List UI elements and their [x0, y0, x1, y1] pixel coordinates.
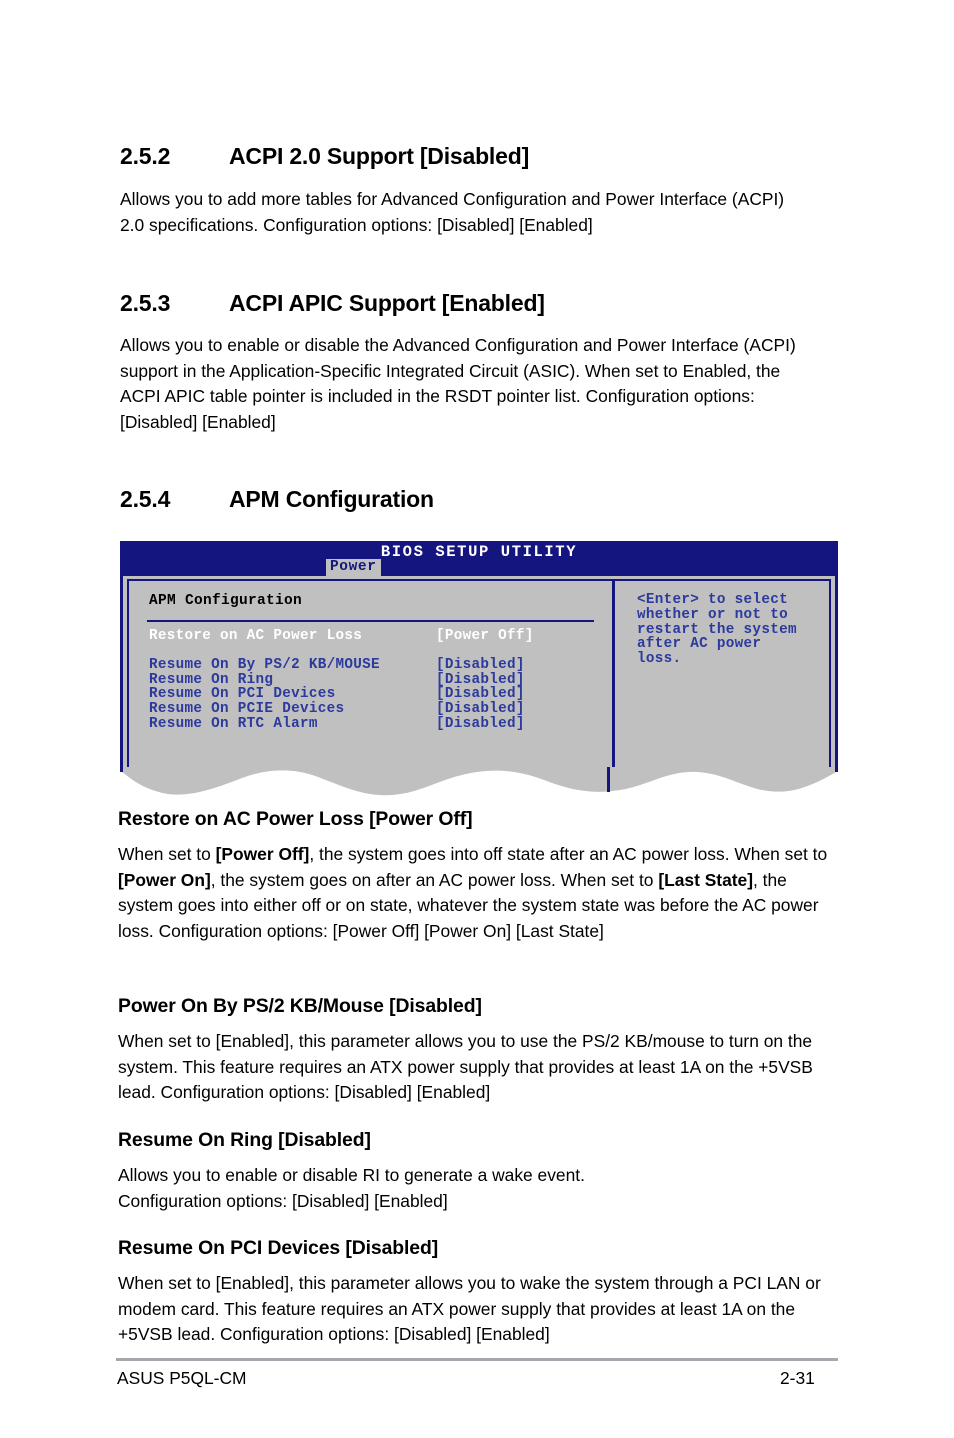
section-heading-2-5-3: 2.5.3 ACPI APIC Support [Enabled] [120, 290, 545, 317]
section-heading-2-5-4: 2.5.4 APM Configuration [120, 486, 434, 513]
footer-product-name: ASUS P5QL-CM [117, 1368, 247, 1388]
bios-row-value: [Disabled] [436, 657, 525, 674]
bios-settings-panel: APM Configuration Restore on AC Power Lo… [129, 581, 612, 769]
subheading-resume-on-pci-devices: Resume On PCI Devices [Disabled] [118, 1237, 439, 1259]
bios-row-resume-on-pcie-devices[interactable]: Resume On PCIE Devices [Disabled] [149, 700, 602, 717]
section-title: ACPI 2.0 Support [Disabled] [229, 143, 530, 169]
bios-row-label: Restore on AC Power Loss [149, 628, 363, 644]
bios-row-restore-on-ac-power-loss[interactable]: Restore on AC Power Loss [Power Off] [149, 628, 602, 644]
bios-body: APM Configuration Restore on AC Power Lo… [120, 576, 838, 769]
bios-row-resume-on-by-ps2-kb-mouse[interactable]: Resume On By PS/2 KB/MOUSE [Disabled] [149, 657, 602, 674]
body-resume-on-ring: Allows you to enable or disable RI to ge… [118, 1165, 585, 1211]
subheading-power-on-by-ps2-kb-mouse: Power On By PS/2 KB/Mouse [Disabled] [118, 995, 482, 1017]
footer-divider [116, 1358, 838, 1361]
section-title: ACPI APIC Support [Enabled] [229, 290, 545, 316]
footer-page-number: 2-31 [780, 1368, 815, 1388]
bios-help-text: <Enter> to select whether or not to rest… [637, 592, 797, 668]
bios-row-value: [Disabled] [436, 715, 525, 732]
bios-row-value: [Power Off] [436, 628, 534, 644]
document-page: 2.5.2 ACPI 2.0 Support [Disabled] Allows … [0, 0, 954, 1438]
bios-setting-list: Restore on AC Power Loss [Power Off] Res… [149, 628, 602, 732]
bios-row-value: [Disabled] [436, 671, 525, 688]
body-resume-on-pci-devices: When set to [Enabled], this parameter al… [118, 1273, 821, 1345]
bios-row-resume-on-ring[interactable]: Resume On Ring [Disabled] [149, 671, 602, 688]
section-title: APM Configuration [229, 486, 434, 512]
bios-row-resume-on-rtc-alarm[interactable]: Resume On RTC Alarm [Disabled] [149, 715, 602, 732]
bios-row-label: Resume On PCIE Devices [149, 700, 345, 717]
body-restore-on-ac-power-loss: When set to [Power Off], the system goes… [118, 844, 828, 941]
bios-row-resume-on-pci-devices[interactable]: Resume On PCI Devices [Disabled] [149, 686, 602, 703]
bios-row-label: Resume On PCI Devices [149, 686, 336, 703]
bios-row-spacer [149, 643, 602, 658]
bios-help-panel: <Enter> to select whether or not to rest… [615, 581, 829, 769]
bios-panel-rule [147, 620, 594, 622]
bios-row-label: Resume On RTC Alarm [149, 715, 318, 732]
bios-row-label: Resume On By PS/2 KB/MOUSE [149, 657, 380, 674]
torn-edge-graphic [120, 767, 838, 796]
section-body-2-5-3: Allows you to enable or disable the Adva… [120, 335, 796, 432]
section-heading-2-5-2: 2.5.2 ACPI 2.0 Support [Disabled] [120, 143, 529, 170]
bios-setup-screenshot: BIOS SETUP UTILITY Power APM Configurati… [120, 541, 838, 796]
bios-row-value: [Disabled] [436, 700, 525, 717]
bios-panel-title: APM Configuration [149, 593, 303, 609]
bios-tab-power[interactable]: Power [326, 559, 381, 576]
subheading-resume-on-ring: Resume On Ring [Disabled] [118, 1129, 371, 1151]
bios-row-label: Resume On Ring [149, 671, 274, 688]
section-number: 2.5.3 [120, 290, 171, 316]
bios-title-text: BIOS SETUP UTILITY [380, 543, 578, 561]
section-number: 2.5.2 [120, 143, 171, 169]
subheading-restore-on-ac-power-loss: Restore on AC Power Loss [Power Off] [118, 808, 473, 830]
bios-body-inner: APM Configuration Restore on AC Power Lo… [127, 579, 831, 769]
bios-title-bar: BIOS SETUP UTILITY Power [120, 541, 838, 576]
bios-row-value: [Disabled] [436, 686, 525, 703]
section-number: 2.5.4 [120, 486, 171, 512]
body-power-on-by-ps2-kb-mouse: When set to [Enabled], this parameter al… [118, 1031, 813, 1103]
section-body-2-5-2: Allows you to add more tables for Advanc… [120, 189, 785, 235]
